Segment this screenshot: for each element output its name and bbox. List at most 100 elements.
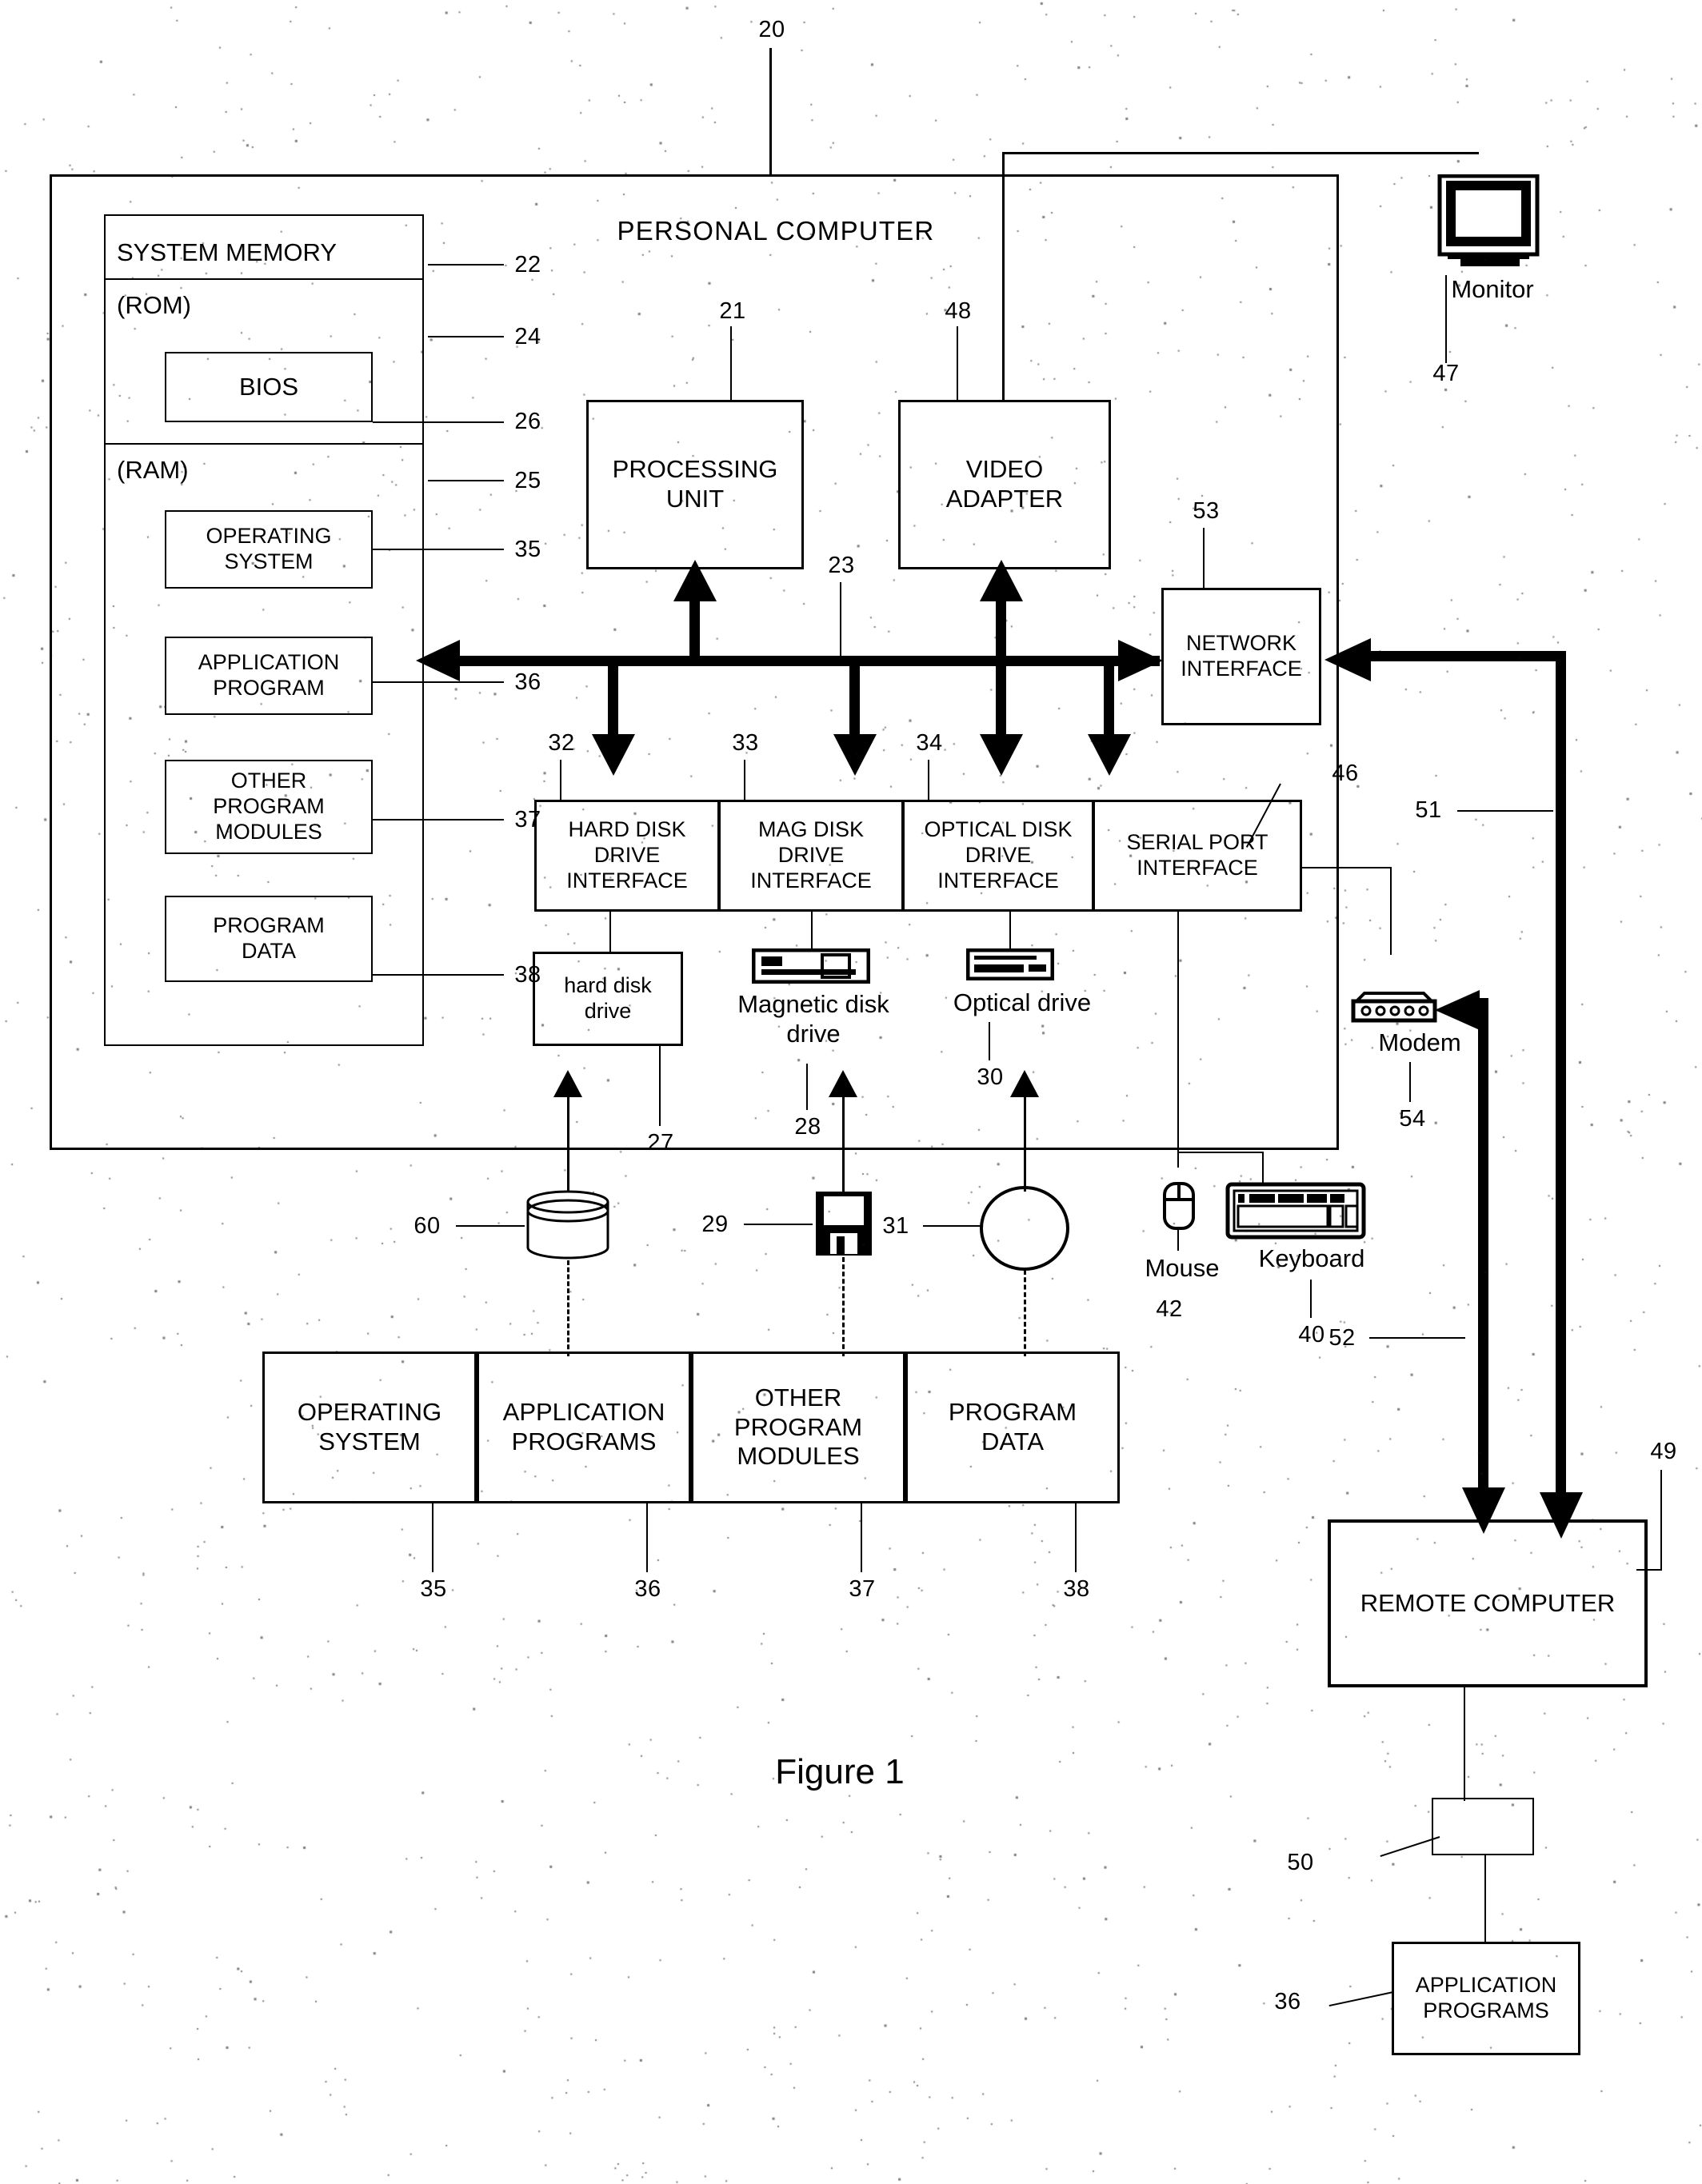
leader-23 — [840, 582, 841, 657]
reference-35-storage: 35 — [420, 1576, 447, 1602]
ram-block-other-program-modules: OTHER PROGRAM MODULES — [165, 760, 373, 854]
serial-to-mouse-line — [1177, 912, 1179, 1168]
leader-26 — [373, 421, 504, 423]
leader-35-storage — [432, 1503, 433, 1572]
monitor-icon — [1436, 174, 1540, 269]
figure-caption: Figure 1 — [775, 1752, 905, 1791]
leader-48 — [957, 326, 958, 400]
ram-block-application-program: APPLICATION PROGRAM — [165, 637, 373, 715]
bus-arrow-to-video — [980, 560, 1023, 601]
optical-drive-icon — [965, 948, 1055, 981]
keyboard-label: Keyboard — [1258, 1244, 1365, 1272]
mag-interface-label: MAG DISK DRIVE INTERFACE — [750, 817, 872, 892]
ram-block-label-0: OPERATING SYSTEM — [206, 524, 332, 573]
ram-label: (RAM) — [117, 456, 189, 484]
optical-media-arrowhead — [1010, 1070, 1039, 1097]
patent-figure-sheet: 20 PERSONAL COMPUTER SYSTEM MEMORY 22 (R… — [0, 0, 1702, 2184]
mouse-icon — [1161, 1182, 1197, 1232]
remote-computer-label: REMOTE COMPUTER — [1360, 1588, 1616, 1617]
optical-if-to-drive-line — [1009, 912, 1011, 948]
magnetic-disk-drive-label: Magnetic disk drive — [737, 990, 889, 1048]
processing-unit-label: PROCESSING UNIT — [612, 455, 778, 513]
reference-48: 48 — [945, 298, 972, 324]
optical-disc-icon — [977, 1185, 1072, 1272]
optical-interface-label: OPTICAL DISK DRIVE INTERFACE — [924, 817, 1073, 892]
ram-block-label-3: PROGRAM DATA — [213, 913, 325, 963]
reference-29: 29 — [701, 1212, 729, 1237]
ram-block-label-1: APPLICATION PROGRAM — [198, 650, 340, 700]
storage-block-operating-system: OPERATING SYSTEM — [262, 1352, 477, 1503]
bus-branch-mag-if — [849, 656, 860, 736]
divider-dup — [105, 278, 423, 280]
leader-36-storage — [646, 1503, 648, 1572]
hdd-if-to-drive-line — [609, 912, 611, 952]
serial-to-modem-v — [1390, 867, 1392, 955]
platter-top-stem — [567, 1150, 569, 1192]
serial-to-modem-h — [1302, 867, 1392, 868]
bus-arrow-to-serial-interface — [1088, 734, 1131, 776]
reference-54: 54 — [1399, 1106, 1426, 1132]
bus-arrow-to-optical-interface — [980, 734, 1023, 776]
optical-drive-label: Optical drive — [953, 988, 1092, 1016]
ram-block-label-2: OTHER PROGRAM MODULES — [213, 769, 325, 844]
serial-branch-keyboard-h — [1177, 1152, 1264, 1153]
leader-24 — [428, 336, 504, 337]
remote-application-programs-label: APPLICATION PROGRAMS — [1415, 1973, 1557, 2022]
modem-arrowhead — [1435, 990, 1480, 1030]
reference-32: 32 — [548, 730, 575, 756]
reference-26: 26 — [514, 409, 541, 434]
disc-to-storage-dash — [1024, 1270, 1026, 1356]
bus-right-arrowhead — [1118, 640, 1163, 681]
lan-link-line-52 — [1478, 998, 1488, 1502]
hdd-interface-label: HARD DISK DRIVE INTERFACE — [566, 817, 688, 892]
reference-20: 20 — [758, 17, 785, 42]
reference-46: 46 — [1332, 761, 1359, 786]
leader-34 — [928, 760, 929, 801]
bus-arrow-to-mag-interface — [833, 734, 877, 776]
reference-42: 42 — [1156, 1296, 1183, 1322]
processing-unit-box: PROCESSING UNIT — [586, 400, 804, 569]
storage-block-other-program-modules: OTHER PROGRAM MODULES — [691, 1352, 905, 1503]
mag-if-to-drive-line — [811, 912, 813, 948]
wan-link-horizontal-51 — [1368, 651, 1566, 661]
system-bus-bar — [448, 656, 1160, 666]
reference-23: 23 — [828, 553, 855, 578]
leader-29 — [744, 1224, 813, 1225]
leader-30 — [989, 1022, 990, 1060]
serial-port-interface-box: SERIAL PORT INTERFACE — [1093, 800, 1302, 912]
video-adapter-box: VIDEO ADAPTER — [898, 400, 1111, 569]
remote-storage-box — [1432, 1798, 1534, 1855]
hard-disk-drive-box: hard disk drive — [533, 952, 683, 1046]
remote-computer-to-storage-line — [1464, 1687, 1465, 1801]
monitor-cable-horizontal — [1002, 152, 1444, 154]
reference-35-ram: 35 — [514, 537, 541, 562]
reference-31: 31 — [882, 1213, 909, 1239]
reference-34: 34 — [916, 730, 943, 756]
leader-27 — [659, 1046, 661, 1126]
storage-label-1: APPLICATION PROGRAMS — [502, 1398, 665, 1455]
ram-block-operating-system: OPERATING SYSTEM — [165, 510, 373, 589]
leader-22 — [428, 264, 504, 266]
reference-38-storage: 38 — [1063, 1576, 1090, 1602]
bios-box: BIOS — [165, 352, 373, 422]
floppy-media-arrowhead — [829, 1070, 857, 1097]
keyboard-icon — [1225, 1182, 1366, 1240]
leader-49-v — [1660, 1470, 1662, 1571]
leader-25 — [428, 480, 504, 481]
bus-arrow-to-cpu — [673, 560, 717, 601]
network-interface-box: NETWORK INTERFACE — [1161, 588, 1321, 725]
remote-application-programs-box: APPLICATION PROGRAMS — [1392, 1942, 1580, 2055]
ram-block-program-data: PROGRAM DATA — [165, 896, 373, 982]
optical-disk-drive-interface-box: OPTICAL DISK DRIVE INTERFACE — [902, 800, 1094, 912]
mag-disk-drive-interface-box: MAG DISK DRIVE INTERFACE — [718, 800, 904, 912]
reference-30: 30 — [977, 1064, 1004, 1090]
hdd-media-arrowhead — [553, 1070, 582, 1097]
reference-51: 51 — [1415, 797, 1442, 823]
reference-53: 53 — [1193, 498, 1220, 524]
remote-storage-to-apps-line — [1484, 1855, 1486, 1943]
reference-49: 49 — [1650, 1439, 1677, 1464]
monitor-label: Monitor — [1451, 275, 1534, 303]
remote-computer-box: REMOTE COMPUTER — [1328, 1519, 1648, 1687]
leader-32 — [560, 760, 561, 801]
storage-block-application-programs: APPLICATION PROGRAMS — [477, 1352, 691, 1503]
